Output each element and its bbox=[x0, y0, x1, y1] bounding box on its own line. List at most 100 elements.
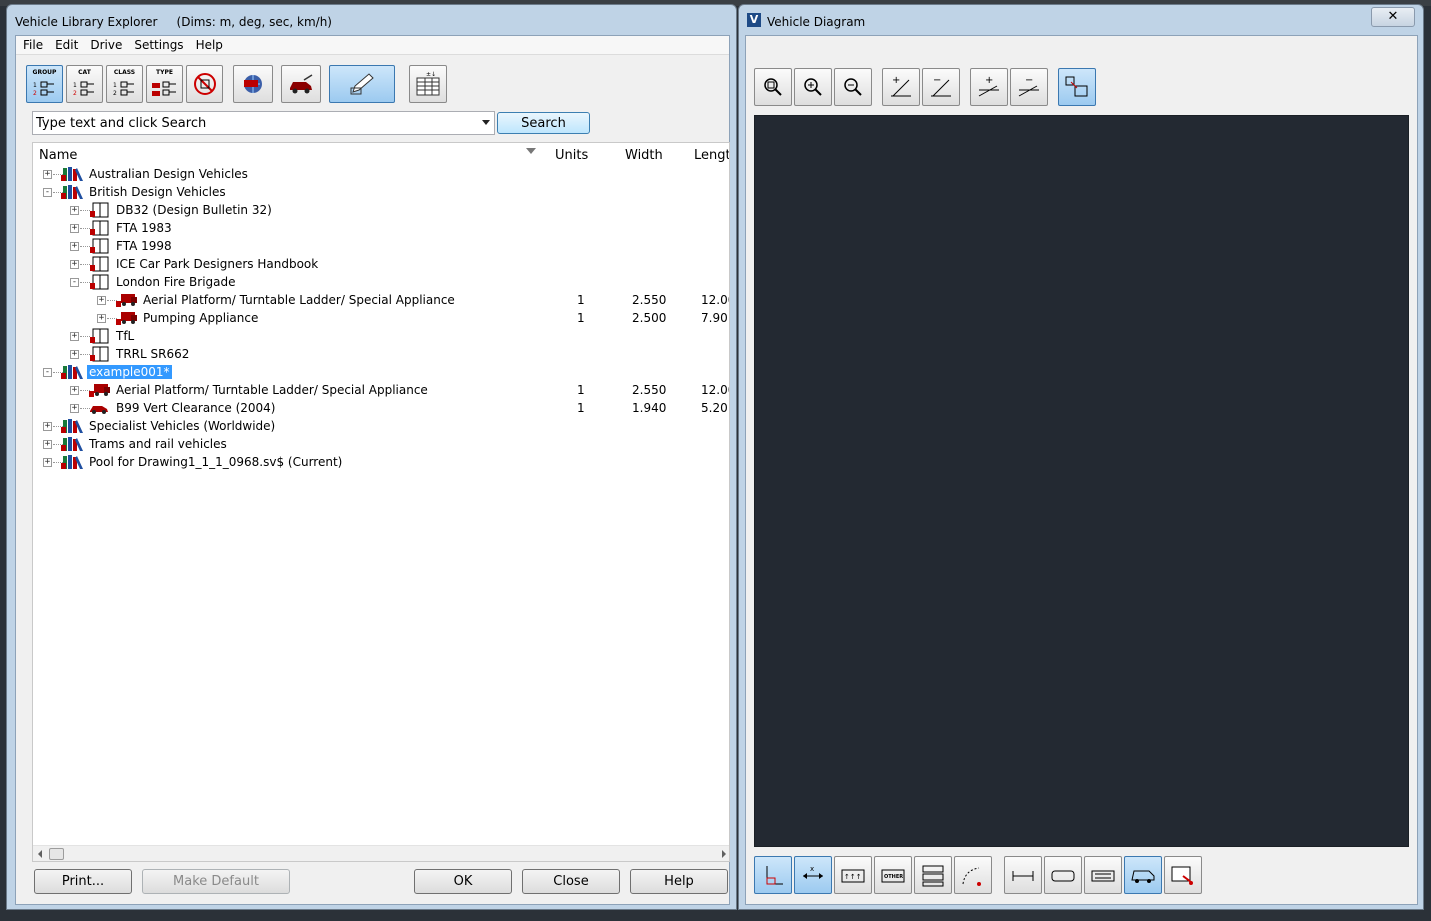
tree-item-label: FTA 1983 bbox=[116, 221, 172, 235]
chassis-icon bbox=[1091, 870, 1115, 882]
expand-icon[interactable]: + bbox=[70, 224, 79, 233]
car-icon bbox=[88, 400, 112, 416]
vehicle-diagram-window: V Vehicle Diagram ✕ + − + − x ↑↑↑ OTHER bbox=[738, 4, 1424, 910]
diagram-canvas[interactable] bbox=[754, 115, 1409, 847]
tree-row[interactable]: + TfL bbox=[33, 327, 729, 345]
axle-labels-icon: ↑↑↑ bbox=[841, 869, 865, 883]
type-button[interactable]: TYPE bbox=[146, 65, 183, 103]
class-button[interactable]: CLASS 12 bbox=[106, 65, 143, 103]
menu-drive[interactable]: Drive bbox=[83, 36, 127, 52]
body-icon bbox=[1051, 870, 1075, 882]
tree-row[interactable]: + ICE Car Park Designers Handbook bbox=[33, 255, 729, 273]
tree-row[interactable]: + Pool for Drawing1_1_1_0968.sv$ (Current… bbox=[33, 453, 729, 471]
cat-button[interactable]: CAT 12 bbox=[66, 65, 103, 103]
column-width[interactable]: Width bbox=[625, 148, 663, 163]
collapse-icon[interactable]: - bbox=[70, 278, 79, 287]
column-length[interactable]: Lengt bbox=[694, 148, 729, 163]
expand-icon[interactable]: + bbox=[97, 296, 106, 305]
expand-icon[interactable]: + bbox=[70, 332, 79, 341]
ok-button[interactable]: OK bbox=[414, 869, 512, 894]
search-combo[interactable]: Type text and click Search bbox=[32, 111, 495, 135]
tree-row[interactable]: + Specialist Vehicles (Worldwide) bbox=[33, 417, 729, 435]
length-button[interactable] bbox=[1004, 856, 1042, 894]
no-filter-button[interactable] bbox=[186, 65, 223, 103]
tree-row[interactable]: + B99 Vert Clearance (2004) 1 1.940 5.20 bbox=[33, 399, 729, 417]
menu-help[interactable]: Help bbox=[189, 36, 228, 52]
book-icon bbox=[88, 274, 112, 290]
axle-labels-button[interactable]: ↑↑↑ bbox=[834, 856, 872, 894]
scroll-right-icon[interactable] bbox=[722, 850, 726, 858]
expand-icon[interactable]: + bbox=[70, 404, 79, 413]
expand-icon[interactable]: + bbox=[70, 350, 79, 359]
tree-row[interactable]: + Pumping Appliance 1 2.500 7.90 bbox=[33, 309, 729, 327]
chevron-down-icon[interactable] bbox=[482, 120, 490, 125]
tree-row[interactable]: - example001* bbox=[33, 363, 729, 381]
axes-button[interactable] bbox=[754, 856, 792, 894]
horizontal-scrollbar[interactable] bbox=[33, 845, 729, 861]
table-button[interactable]: ±↓ bbox=[409, 65, 447, 103]
help-button[interactable]: Help bbox=[630, 869, 728, 894]
edit-button[interactable] bbox=[329, 65, 395, 103]
tree-row[interactable]: - British Design Vehicles bbox=[33, 183, 729, 201]
remove-wheel-button[interactable]: − bbox=[1010, 68, 1048, 106]
expand-icon[interactable]: + bbox=[43, 440, 52, 449]
globe-button[interactable] bbox=[233, 65, 273, 103]
vehicle-tree[interactable]: Name Units Width Lengt + Australian Desig… bbox=[32, 142, 730, 862]
menu-file[interactable]: File bbox=[16, 36, 48, 52]
group-button[interactable]: GROUP 12 bbox=[26, 65, 63, 103]
dimension-button[interactable]: x bbox=[794, 856, 832, 894]
search-button[interactable]: Search bbox=[497, 112, 590, 134]
zoom-extents-button[interactable] bbox=[754, 68, 792, 106]
scroll-left-icon[interactable] bbox=[38, 850, 42, 858]
other-button[interactable]: OTHER bbox=[874, 856, 912, 894]
collapse-icon[interactable]: - bbox=[43, 188, 52, 197]
print-button[interactable]: Print... bbox=[34, 869, 132, 894]
collapse-icon[interactable]: - bbox=[43, 368, 52, 377]
expand-icon[interactable]: + bbox=[70, 386, 79, 395]
truck-icon bbox=[115, 292, 139, 308]
add-axle-icon: + bbox=[891, 75, 911, 97]
expand-icon[interactable]: + bbox=[70, 260, 79, 269]
vehicle-button[interactable] bbox=[1124, 856, 1162, 894]
menu-bar: File Edit Drive Settings Help bbox=[16, 36, 729, 55]
make-default-button[interactable]: Make Default bbox=[142, 869, 290, 894]
tree-row[interactable]: + FTA 1983 bbox=[33, 219, 729, 237]
expand-icon[interactable]: + bbox=[97, 314, 106, 323]
menu-settings[interactable]: Settings bbox=[127, 36, 188, 52]
search-input[interactable]: Type text and click Search bbox=[36, 116, 206, 131]
export-icon bbox=[1171, 866, 1193, 885]
expand-icon[interactable]: + bbox=[70, 242, 79, 251]
remove-axle-button[interactable]: − bbox=[922, 68, 960, 106]
book-icon bbox=[88, 346, 112, 362]
expand-icon[interactable]: + bbox=[43, 170, 52, 179]
turn-button[interactable] bbox=[954, 856, 992, 894]
expand-icon[interactable]: + bbox=[43, 458, 52, 467]
scroll-thumb[interactable] bbox=[49, 848, 64, 860]
body-button[interactable] bbox=[1044, 856, 1082, 894]
zoom-out-button[interactable] bbox=[834, 68, 872, 106]
tree-row[interactable]: + DB32 (Design Bulletin 32) bbox=[33, 201, 729, 219]
tree-row[interactable]: + Australian Design Vehicles bbox=[33, 165, 729, 183]
add-axle-button[interactable]: + bbox=[882, 68, 920, 106]
export-button[interactable] bbox=[1164, 856, 1202, 894]
tree-row[interactable]: + FTA 1998 bbox=[33, 237, 729, 255]
tree-row[interactable]: - London Fire Brigade bbox=[33, 273, 729, 291]
tree-row[interactable]: + TRRL SR662 bbox=[33, 345, 729, 363]
column-units[interactable]: Units bbox=[555, 148, 588, 163]
add-wheel-button[interactable]: + bbox=[970, 68, 1008, 106]
chassis-button[interactable] bbox=[1084, 856, 1122, 894]
column-name[interactable]: Name bbox=[39, 148, 77, 163]
zoom-in-button[interactable] bbox=[794, 68, 832, 106]
length-icon bbox=[1012, 871, 1034, 881]
close-button[interactable]: Close bbox=[522, 869, 620, 894]
tree-row[interactable]: + Aerial Platform/ Turntable Ladder/ Spec… bbox=[33, 291, 729, 309]
expand-icon[interactable]: + bbox=[43, 422, 52, 431]
menu-edit[interactable]: Edit bbox=[48, 36, 83, 52]
drive-button[interactable] bbox=[281, 65, 321, 103]
tree-row[interactable]: + Aerial Platform/ Turntable Ladder/ Spec… bbox=[33, 381, 729, 399]
layers-button[interactable] bbox=[914, 856, 952, 894]
expand-icon[interactable]: + bbox=[70, 206, 79, 215]
tree-row[interactable]: + Trams and rail vehicles bbox=[33, 435, 729, 453]
fit-view-button[interactable] bbox=[1058, 68, 1096, 106]
close-window-button[interactable]: ✕ bbox=[1371, 7, 1415, 27]
